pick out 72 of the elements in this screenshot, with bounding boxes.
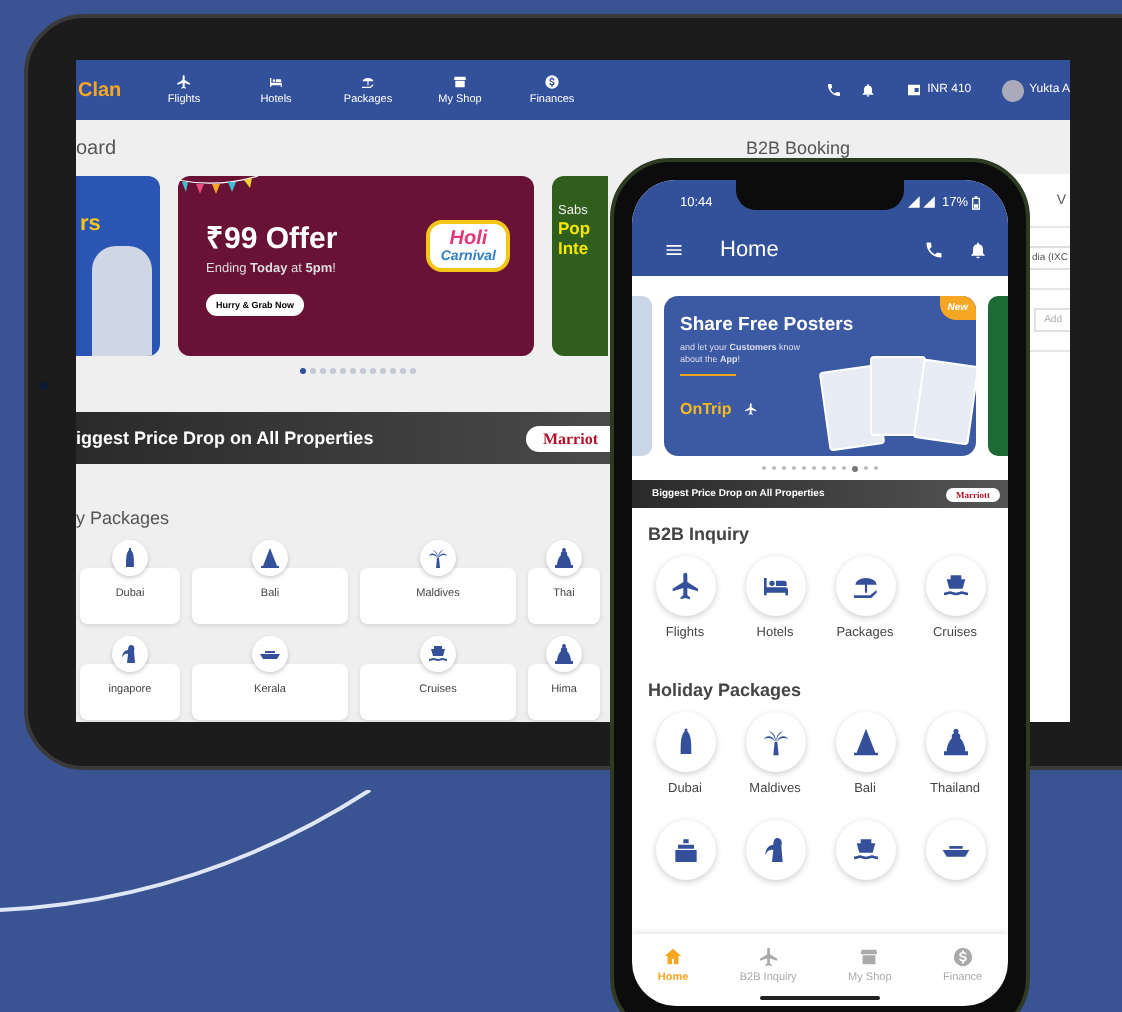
- icon-circle[interactable]: [745, 820, 805, 880]
- promo-text: iggest Price Drop on All Properties: [76, 428, 374, 448]
- shop-icon: [452, 74, 468, 90]
- bell-icon: [859, 82, 876, 98]
- ship-icon: [426, 642, 450, 666]
- brand-logo: OnTrip: [680, 399, 732, 418]
- statue-icon: [552, 546, 576, 570]
- statue-icon: [552, 642, 576, 666]
- bed-icon: [268, 74, 284, 90]
- carousel-dot[interactable]: [310, 368, 316, 374]
- phone-icon: [825, 82, 842, 98]
- phone-icon: [924, 240, 944, 260]
- notifications-button[interactable]: [968, 240, 988, 260]
- brand-logo: Marriot: [526, 425, 610, 451]
- banner-title: Pop: [558, 218, 593, 238]
- shop-icon: [858, 945, 881, 967]
- palm-tree-icon: [759, 726, 791, 758]
- home-icon: [662, 945, 684, 967]
- screen-title: Home: [720, 238, 779, 262]
- carousel-dot[interactable]: [370, 368, 376, 374]
- beach-umbrella-icon: [360, 74, 376, 90]
- palm-tree-icon: [426, 546, 450, 570]
- carousel-dot[interactable]: [390, 368, 396, 374]
- icon-circle[interactable]: [655, 820, 715, 880]
- menu-button[interactable]: [664, 240, 684, 260]
- airplane-icon: [176, 74, 192, 90]
- banner-title: Share Free Posters: [680, 314, 854, 336]
- section-heading: B2B Inquiry: [648, 524, 752, 544]
- signal-icon: [907, 196, 936, 208]
- offer-title: ₹99 Offer: [206, 220, 338, 256]
- section-heading: y Packages: [76, 508, 172, 528]
- statue-icon: [939, 726, 971, 758]
- carousel-dot[interactable]: [330, 368, 336, 374]
- carousel-dot[interactable]: [400, 368, 406, 374]
- banner-title: Inte: [558, 238, 591, 258]
- wallet-icon: [905, 82, 922, 98]
- airplane-icon: [743, 401, 758, 416]
- home-indicator: [760, 996, 880, 1000]
- promo-strip[interactable]: iggest Price Drop on All Properties Marriot: [76, 412, 610, 464]
- dollar-coin-icon: [544, 74, 560, 90]
- menu-icon: [664, 240, 684, 260]
- bunting-drawing: [178, 176, 258, 196]
- section-heading: Holiday Packages: [648, 680, 804, 700]
- carousel-dot[interactable]: [300, 368, 306, 374]
- avatar: [1001, 79, 1024, 101]
- banner-title: rs: [80, 212, 101, 236]
- poster-thumbnail: [912, 358, 976, 446]
- bell-icon: [968, 240, 988, 260]
- carousel-dot[interactable]: [410, 368, 416, 374]
- icon-circle[interactable]: [925, 820, 985, 880]
- call-button[interactable]: [924, 240, 944, 260]
- page-heading: oard: [76, 138, 119, 160]
- airplane-icon: [669, 570, 701, 602]
- carousel-dot[interactable]: [360, 368, 366, 374]
- temple-icon: [258, 546, 282, 570]
- photo-placeholder: [92, 246, 152, 356]
- carousel-dot[interactable]: [350, 368, 356, 374]
- promo-banner[interactable]: rs: [76, 176, 160, 356]
- call-button[interactable]: [825, 82, 842, 98]
- poster-thumbnail: [870, 356, 926, 436]
- icon-circle[interactable]: [835, 820, 895, 880]
- carousel-dot[interactable]: [380, 368, 386, 374]
- temple-icon: [849, 726, 881, 758]
- notifications-button[interactable]: [859, 82, 876, 98]
- airplane-icon: [757, 945, 780, 967]
- logo: Clan: [78, 79, 122, 101]
- dollar-coin-icon: [951, 945, 974, 967]
- carousel-dot[interactable]: [340, 368, 346, 374]
- carousel-dot[interactable]: [320, 368, 326, 374]
- battery-icon: [972, 195, 980, 209]
- badge-title: Holi: [449, 228, 488, 250]
- carousel-dot[interactable]: [852, 465, 858, 471]
